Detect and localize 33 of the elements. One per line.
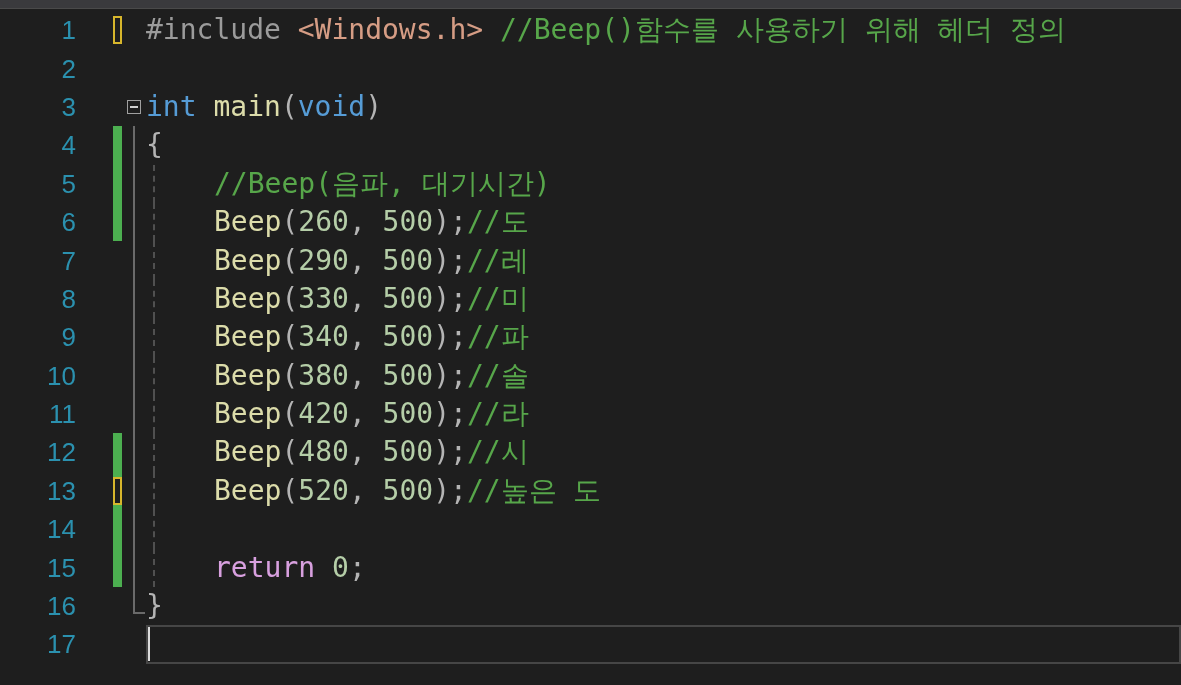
line-number: 11: [49, 401, 76, 428]
code-line: Beep(330, 500);//미: [214, 284, 529, 313]
line-number: 12: [47, 439, 76, 466]
line-number: 7: [61, 247, 76, 274]
code-line: {: [146, 131, 163, 160]
code-line: Beep(520, 500);//높은 도: [214, 476, 602, 505]
code-line: Beep(340, 500);//파: [214, 323, 529, 352]
line-number: 16: [47, 593, 76, 620]
line-number: 17: [47, 631, 76, 658]
code-line: Beep(420, 500);//라: [214, 400, 529, 429]
line-number: 9: [61, 324, 76, 351]
code-line: #include <Windows.h> //Beep()함수를 사용하기 위해 헤더 정의: [146, 16, 1067, 45]
line-number: 14: [47, 516, 76, 543]
line-number: 13: [47, 477, 76, 504]
code-line: return 0;: [214, 553, 366, 582]
line-number: 8: [61, 285, 76, 312]
line-number: 6: [61, 209, 76, 236]
code-line: //Beep(음파, 대기시간): [214, 169, 551, 198]
line-number: 3: [61, 93, 76, 120]
code-line: Beep(480, 500);//시: [214, 438, 529, 467]
line-number: 15: [47, 554, 76, 581]
code-line: Beep(260, 500);//도: [214, 208, 529, 237]
collapse-icon[interactable]: [127, 99, 141, 114]
code-line: Beep(290, 500);//레: [214, 246, 529, 275]
line-number: 1: [61, 17, 76, 44]
text-cursor: [148, 627, 150, 662]
line-number: 2: [61, 55, 76, 82]
line-number: 10: [47, 362, 76, 389]
code-line: int main(void): [146, 92, 383, 121]
line-number: 5: [61, 170, 76, 197]
code-line: }: [146, 592, 163, 621]
line-number: 4: [61, 132, 76, 159]
code-line: Beep(380, 500);//솔: [214, 361, 529, 390]
